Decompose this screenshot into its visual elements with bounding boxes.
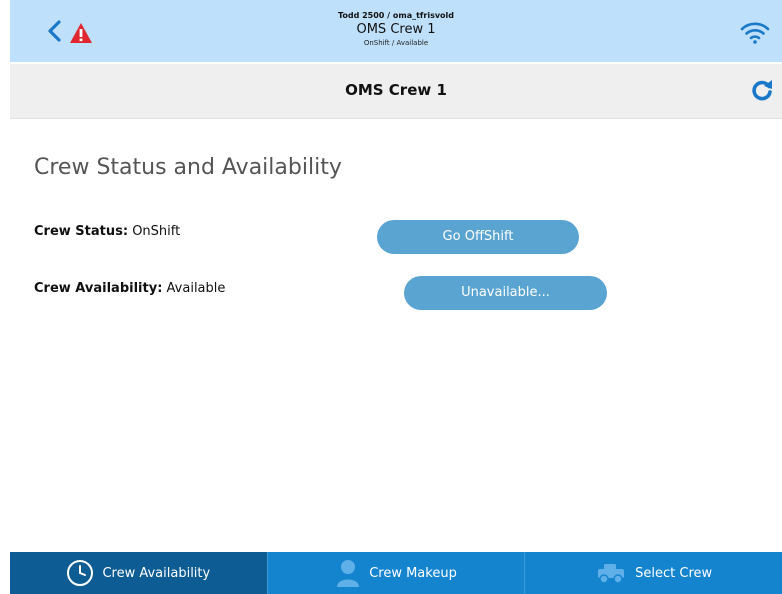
tab-crew-availability[interactable]: Crew Availability: [10, 552, 268, 594]
tab-label: Crew Availability: [102, 565, 211, 581]
truck-icon: [598, 564, 625, 584]
crew-status-row: Crew Status: OnShift: [34, 224, 180, 239]
page-title: OMS Crew 1: [345, 81, 447, 99]
refresh-icon[interactable]: [750, 78, 774, 102]
wifi-icon: [740, 22, 770, 44]
person-icon: [337, 560, 360, 587]
session-info: Todd 2500 / oma_tfrisvold OMS Crew 1 OnS…: [10, 10, 782, 48]
crew-status-label: Crew Status:: [34, 224, 129, 239]
crew-availability-row: Crew Availability: Available: [34, 281, 225, 296]
bottom-tab-bar: Crew Availability Crew Makeup Select Cre…: [10, 552, 782, 594]
tab-crew-makeup[interactable]: Crew Makeup: [268, 552, 526, 594]
crew-status-value: OnShift: [132, 224, 181, 239]
crew-availability-value: Available: [166, 281, 226, 296]
clock-icon: [67, 560, 94, 586]
go-offshift-button[interactable]: Go OffShift: [377, 220, 579, 254]
tab-label: Select Crew: [635, 565, 713, 581]
crew-status-line: OnShift / Available: [363, 39, 429, 47]
section-heading: Crew Status and Availability: [34, 155, 342, 180]
user-line: Todd 2500 / oma_tfrisvold: [337, 11, 455, 20]
crew-availability-label: Crew Availability:: [34, 281, 163, 296]
tab-select-crew[interactable]: Select Crew: [525, 552, 782, 594]
header-bar: Todd 2500 / oma_tfrisvold OMS Crew 1 OnS…: [10, 0, 782, 62]
tab-label: Crew Makeup: [369, 565, 457, 581]
unavailable-button[interactable]: Unavailable...: [404, 276, 607, 310]
title-bar: OMS Crew 1: [10, 64, 782, 119]
crew-name: OMS Crew 1: [356, 22, 436, 37]
